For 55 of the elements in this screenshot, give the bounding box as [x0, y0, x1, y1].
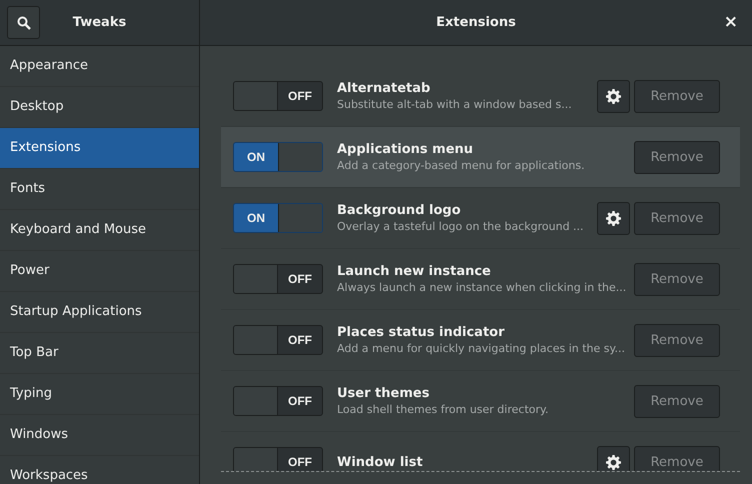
extension-description: Add a menu for quickly navigating places in the sy... — [337, 342, 626, 355]
toggle-switch[interactable]: OFF — [233, 386, 323, 416]
settings-button[interactable] — [597, 202, 630, 234]
remove-button[interactable]: Remove — [634, 140, 720, 174]
extension-name: Window list — [337, 454, 424, 470]
close-button[interactable]: × — [724, 12, 738, 32]
extension-row[interactable]: OFF Alternatetab Substitute alt-tab with a window based s... Remove — [221, 66, 740, 127]
toggle-switch[interactable]: ON — [233, 142, 323, 172]
extension-name: Launch new instance — [337, 264, 492, 279]
sidebar-item[interactable]: Top Bar — [0, 333, 199, 374]
extension-description: Overlay a tasteful logo on the background ... — [337, 220, 585, 233]
remove-button[interactable]: Remove — [634, 80, 720, 112]
search-icon — [16, 16, 30, 30]
app-title: Tweaks — [72, 15, 128, 30]
extension-name: Background logo — [337, 203, 462, 218]
sidebar-item[interactable]: Appearance — [0, 46, 199, 87]
toggle-switch[interactable]: OFF — [233, 447, 323, 471]
sidebar-item[interactable]: Fonts — [0, 169, 199, 210]
toggle-switch[interactable]: OFF — [233, 325, 323, 355]
toggle-switch[interactable]: ON — [233, 203, 323, 233]
extension-name: User themes — [337, 386, 430, 401]
sidebar-item[interactable]: Startup Applications — [0, 292, 199, 333]
extension-row[interactable]: OFF User themes Load shell themes from user directory. Remove — [221, 371, 740, 432]
extension-description: Load shell themes from user directory. — [337, 403, 550, 416]
remove-button[interactable]: Remove — [634, 446, 720, 471]
settings-button[interactable] — [597, 446, 630, 471]
extension-row[interactable]: ON Background logo Overlay a tasteful logo on the background ... Remove — [221, 188, 740, 249]
sidebar-item[interactable]: Windows — [0, 415, 199, 456]
extension-name: Alternatetab — [337, 81, 432, 96]
remove-button[interactable]: Remove — [634, 324, 720, 356]
remove-button[interactable]: Remove — [634, 384, 720, 418]
remove-button[interactable]: Remove — [634, 202, 720, 234]
remove-button[interactable]: Remove — [634, 262, 720, 296]
extension-row[interactable]: ON Applications menu Add a category-based menu for applications. Remove — [221, 127, 740, 188]
extension-row[interactable]: OFF Window list Remove — [221, 432, 740, 471]
sidebar-item[interactable]: Power — [0, 251, 199, 292]
extension-description: Add a category-based menu for applications. — [337, 159, 586, 172]
sidebar-item[interactable]: Typing — [0, 374, 199, 415]
extension-description: Always launch a new instance when clicking in the... — [337, 281, 628, 294]
extension-row[interactable]: OFF Places status indicator Add a menu for quickly navigating places in the sy... Remove — [221, 310, 740, 371]
sidebar-item[interactable]: Workspaces — [0, 456, 199, 484]
gear-icon — [606, 88, 621, 104]
page-title: Extensions — [436, 15, 516, 30]
sidebar-item[interactable]: Extensions — [0, 128, 199, 169]
gear-icon — [606, 210, 621, 226]
extension-description: Substitute alt-tab with a window based s... — [337, 98, 573, 111]
extension-row[interactable]: OFF Launch new instance Always launch a new instance when clicking in the... Remove — [221, 249, 740, 310]
search-button[interactable] — [7, 6, 40, 39]
toggle-switch[interactable]: OFF — [233, 264, 323, 294]
settings-button[interactable] — [597, 80, 630, 112]
toggle-switch[interactable]: OFF — [233, 81, 323, 111]
sidebar-item[interactable]: Keyboard and Mouse — [0, 210, 199, 251]
gear-icon — [606, 454, 621, 470]
extension-name: Places status indicator — [337, 325, 506, 340]
extension-name: Applications menu — [337, 142, 474, 157]
